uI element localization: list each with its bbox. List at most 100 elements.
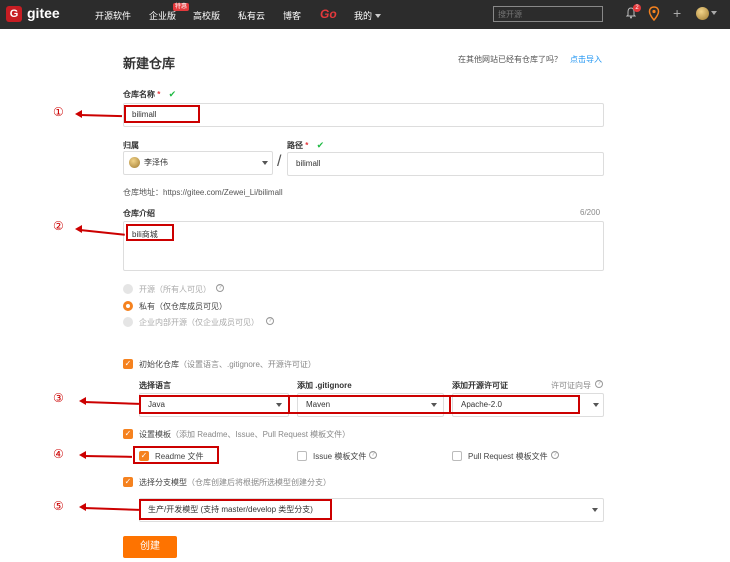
annotation-arrowhead-1 (75, 110, 82, 118)
nav-link-private-cloud[interactable]: 私有云 (238, 9, 265, 22)
gitignore-label: 添加 .gitignore (297, 381, 352, 390)
lang-label: 选择语言 (139, 381, 171, 390)
notification-badge: 2 (633, 4, 641, 12)
chevron-down-icon (592, 508, 598, 512)
logo-text[interactable]: gitee (27, 5, 60, 21)
nav-link-mine[interactable]: 我的 (354, 9, 372, 22)
avatar (129, 157, 140, 168)
repo-name-label-text: 仓库名称 (123, 90, 155, 99)
annotation-arrowhead-2 (75, 225, 82, 233)
branch-model-hint: （仓库创建后将根据所选模型创建分支） (187, 478, 331, 487)
annotation-arrow-4 (83, 455, 133, 458)
template-label: 设置模板 (139, 430, 171, 439)
repo-name-label: 仓库名称 * ✔ (123, 89, 176, 100)
visibility-public-label: 开源 (139, 285, 155, 294)
init-repo-hint: （设置语言、.gitignore、开源许可证） (179, 360, 316, 369)
import-prompt: 在其他网站已经有仓库了吗？ (458, 55, 562, 64)
annotation-arrow-2 (79, 229, 125, 236)
required-mark: * (157, 90, 161, 99)
annotation-box-3-divider (288, 395, 290, 414)
annotation-number-4: ④ (53, 447, 64, 461)
desc-char-count: 6/200 (580, 208, 601, 217)
init-repo-checkbox[interactable]: ✓ (123, 359, 133, 369)
import-link[interactable]: 点击导入 (570, 54, 602, 65)
init-repo: 初始化仓库（设置语言、.gitignore、开源许可证） (139, 359, 316, 370)
owner-select[interactable]: 李泽伟 (123, 151, 273, 175)
visibility-enterprise-label: 企业内部开源 (139, 318, 187, 327)
visibility-private-hint: （仅仓库成员可见） (155, 302, 227, 311)
visibility-private-label: 私有 (139, 302, 155, 311)
branch-model-checkbox[interactable]: ✓ (123, 477, 133, 487)
owner-value: 李泽伟 (144, 158, 168, 167)
annotation-box-3 (139, 395, 580, 414)
nav-link-education[interactable]: 高校版 (193, 9, 220, 22)
page-title: 新建仓库 (123, 56, 176, 71)
search-input[interactable] (493, 6, 603, 22)
hot-badge: 特惠 (173, 3, 190, 11)
question-icon[interactable]: ? (551, 451, 559, 459)
radio-private[interactable] (123, 301, 133, 311)
question-icon[interactable]: ? (266, 317, 274, 325)
radio-public[interactable] (123, 284, 133, 294)
annotation-box-2 (126, 224, 174, 241)
owner-label: 归属 (123, 141, 139, 150)
annotation-arrowhead-5 (79, 503, 86, 511)
question-icon[interactable]: ? (595, 380, 603, 388)
path-value: bilimall (296, 159, 321, 168)
annotation-box-3-divider (449, 395, 451, 414)
template-hint: （添加 Readme、Issue、Pull Request 模板文件） (171, 430, 351, 439)
annotation-arrowhead-4 (79, 451, 86, 459)
license-wizard-link[interactable]: 许可证向导 (551, 380, 591, 391)
annotation-arrow-3 (83, 401, 140, 405)
repo-address: 仓库地址：https://gitee.com/Zewei_Li/bilimall (123, 188, 283, 197)
annotation-arrow-1 (79, 114, 123, 118)
nav-link-blog[interactable]: 博客 (283, 9, 301, 22)
template: 设置模板（添加 Readme、Issue、Pull Request 模板文件） (139, 429, 350, 440)
annotation-number-3: ③ (53, 391, 64, 405)
annotation-number-2: ② (53, 219, 64, 233)
path-label: 路径 * ✔ (287, 140, 324, 151)
annotation-box-5 (139, 499, 332, 520)
checkmark-icon: ✔ (168, 89, 177, 99)
path-slash: / (277, 153, 282, 170)
path-label-text: 路径 (287, 141, 303, 150)
annotation-number-5: ⑤ (53, 499, 64, 513)
chevron-down-icon[interactable] (711, 11, 717, 15)
nav-link-open-source[interactable]: 开源软件 (95, 9, 131, 22)
template-checkbox[interactable]: ✓ (123, 429, 133, 439)
location-pin-icon[interactable] (648, 6, 660, 21)
create-button[interactable]: 创建 (123, 536, 177, 558)
branch-model: 选择分支模型（仓库创建后将根据所选模型创建分支） (139, 477, 331, 488)
avatar[interactable] (696, 7, 709, 20)
logo-icon[interactable]: G (6, 6, 22, 22)
visibility-public-hint: （所有人可见） (155, 285, 211, 294)
issue-template-label: Issue 模板文件 (313, 452, 367, 461)
desc-textarea[interactable]: bili商城 (123, 221, 604, 271)
pr-template-label: Pull Request 模板文件 (468, 452, 548, 461)
annotation-box-1 (124, 105, 200, 123)
visibility-enterprise-hint: （仅企业成员可见） (187, 318, 259, 327)
path-field[interactable]: bilimall (287, 152, 604, 176)
radio-enterprise[interactable] (123, 317, 133, 327)
visibility-enterprise: 企业内部开源（仅企业成员可见） (139, 317, 259, 328)
branch-model-label: 选择分支模型 (139, 478, 187, 487)
annotation-arrowhead-3 (79, 397, 86, 405)
issue-template-checkbox[interactable] (297, 451, 307, 461)
chevron-down-icon (375, 14, 381, 18)
nav-link-enterprise[interactable]: 企业版 (149, 9, 176, 22)
license-label: 添加开源许可证 (452, 381, 508, 390)
init-repo-label: 初始化仓库 (139, 360, 179, 369)
question-icon[interactable]: ? (216, 284, 224, 292)
question-icon[interactable]: ? (369, 451, 377, 459)
visibility-public: 开源（所有人可见） (139, 284, 211, 295)
plus-icon[interactable]: + (673, 5, 681, 21)
visibility-private: 私有（仅仓库成员可见） (139, 301, 227, 312)
chevron-down-icon (593, 403, 599, 407)
chevron-down-icon (262, 161, 268, 165)
annotation-box-4 (133, 446, 219, 464)
nav-link-go[interactable]: Go (320, 7, 337, 21)
annotation-arrow-5 (83, 507, 140, 511)
mine-label: 我的 (354, 11, 373, 21)
annotation-number-1: ① (53, 105, 64, 119)
pr-template-checkbox[interactable] (452, 451, 462, 461)
